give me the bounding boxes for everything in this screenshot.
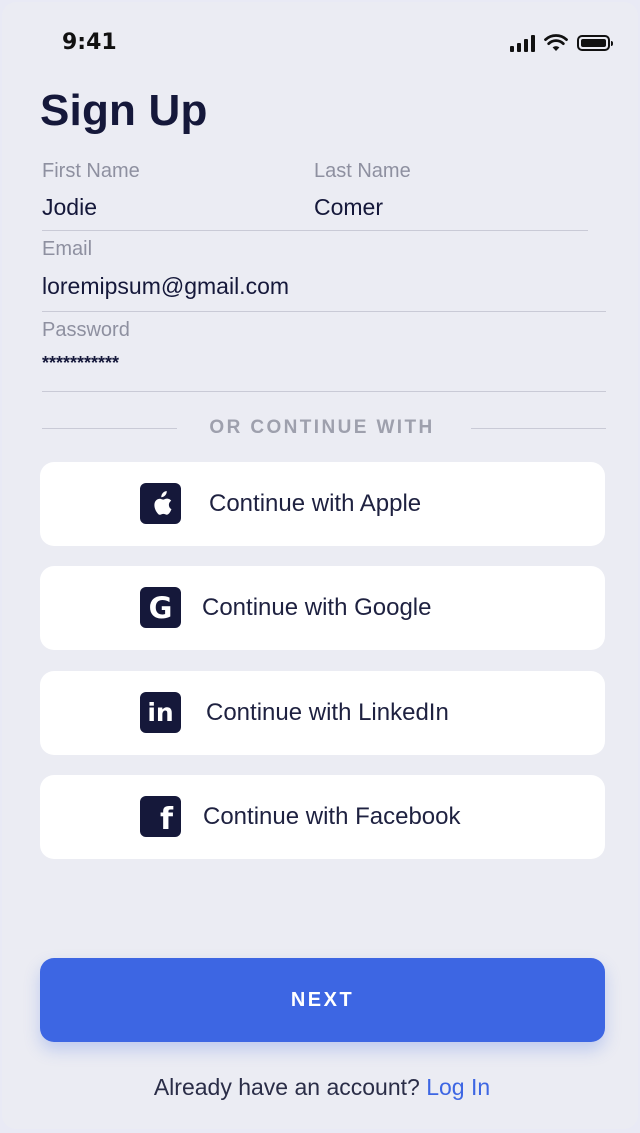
facebook-icon: f <box>140 796 181 837</box>
password-field[interactable]: *********** <box>42 353 119 374</box>
first-name-field[interactable]: Jodie <box>42 194 97 221</box>
email-field[interactable]: loremipsum@gmail.com <box>42 273 289 300</box>
or-divider-right <box>471 428 606 429</box>
continue-with-apple-label: Continue with Apple <box>209 490 422 517</box>
name-divider <box>42 230 588 231</box>
apple-icon <box>140 483 181 524</box>
email-divider <box>42 311 606 312</box>
first-name-label: First Name <box>42 160 140 182</box>
continue-with-google-button[interactable]: G Continue with Google <box>40 566 605 650</box>
continue-with-facebook-button[interactable]: f Continue with Facebook <box>40 775 605 859</box>
continue-with-apple-button[interactable]: Continue with Apple <box>40 462 605 546</box>
password-label: Password <box>42 319 130 341</box>
google-icon: G <box>140 587 181 628</box>
continue-with-linkedin-button[interactable]: in Continue with LinkedIn <box>40 671 605 755</box>
status-icons <box>510 34 613 52</box>
next-button[interactable]: NEXT <box>40 958 605 1042</box>
wifi-icon <box>544 34 568 51</box>
login-link[interactable]: Log In <box>426 1074 490 1100</box>
password-divider <box>42 391 606 392</box>
continue-with-facebook-label: Continue with Facebook <box>203 803 461 830</box>
continue-with-linkedin-label: Continue with LinkedIn <box>206 699 449 726</box>
signal-icon <box>510 34 535 52</box>
continue-with-google-label: Continue with Google <box>202 594 432 621</box>
battery-icon <box>577 35 613 51</box>
login-prompt: Already have an account? Log In <box>2 1074 638 1101</box>
email-label: Email <box>42 238 93 260</box>
page-title: Sign Up <box>40 86 208 135</box>
login-prompt-text: Already have an account? <box>153 1074 420 1100</box>
last-name-label: Last Name <box>314 160 411 182</box>
status-time: 9:41 <box>62 30 117 55</box>
signup-screen: 9:41 Sign Up First Name Jodie Last Name … <box>2 2 638 1129</box>
last-name-field[interactable]: Comer <box>314 194 383 221</box>
linkedin-icon: in <box>140 692 181 733</box>
